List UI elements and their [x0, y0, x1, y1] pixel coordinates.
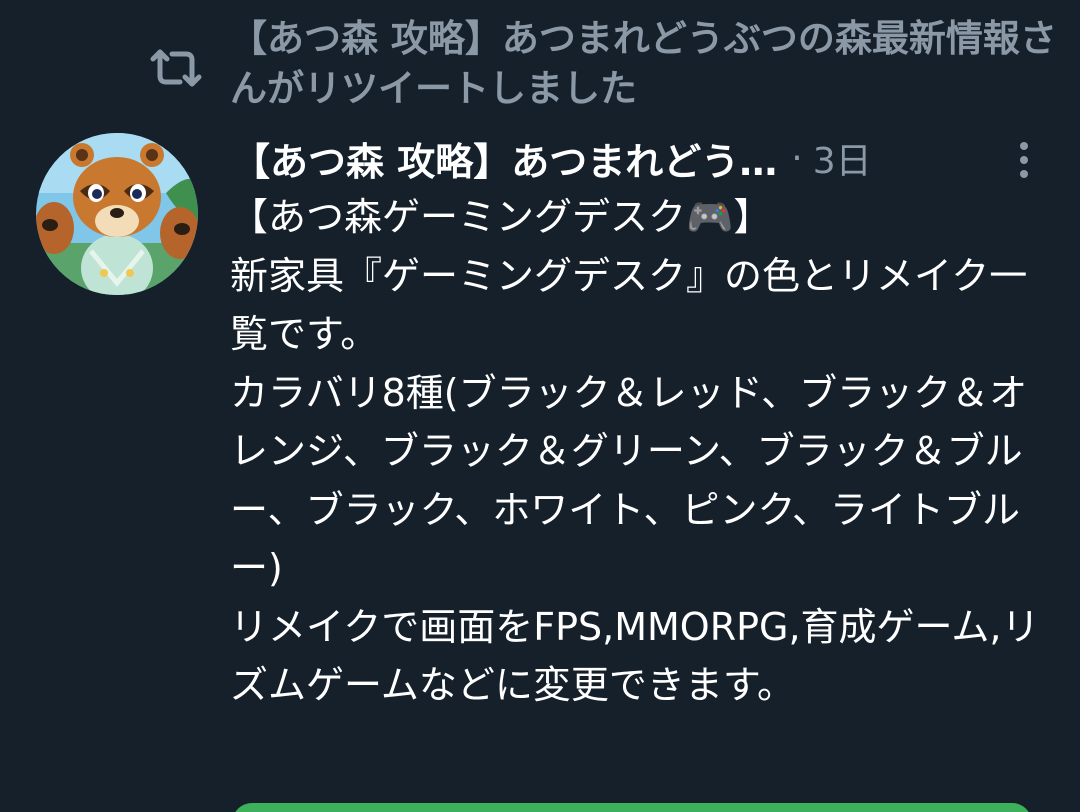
tweet-header: 【あつ森 攻略】あつまれどう… · 3日: [232, 130, 1072, 186]
retweet-context[interactable]: 【あつ森 攻略】あつまれどうぶつの森最新情報さんがリツイートしました: [0, 8, 1080, 118]
media-card[interactable]: [232, 803, 1032, 812]
tweet-timestamp[interactable]: 3日: [813, 132, 872, 184]
author-name[interactable]: 【あつ森 攻略】あつまれどう…: [232, 131, 777, 186]
author-avatar[interactable]: [36, 133, 198, 295]
header-separator: ·: [791, 137, 803, 179]
retweet-label: 【あつ森 攻略】あつまれどうぶつの森最新情報さんがリツイートしました: [230, 17, 1057, 110]
retweet-icon: [150, 46, 202, 90]
tweet-body: 【あつ森ゲーミングデスク🎮】 新家具『ゲーミングデスク』の色とリメイク一覧です。…: [230, 195, 1040, 707]
more-vertical-icon[interactable]: [1004, 138, 1044, 182]
